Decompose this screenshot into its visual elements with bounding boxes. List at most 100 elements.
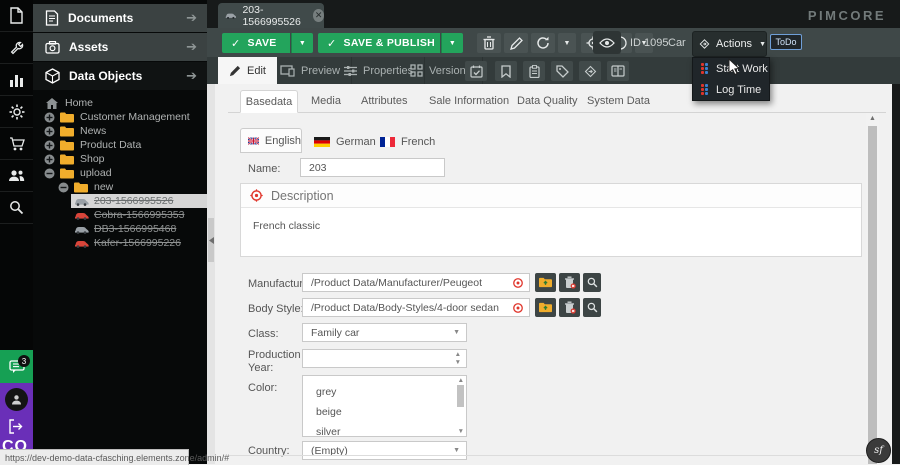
collapse-minus-icon[interactable] (58, 182, 69, 193)
uk-flag-icon (248, 136, 259, 146)
object-tab-data-quality[interactable]: Data Quality (517, 95, 578, 107)
tree-item-label: Kafer-1566995226 (94, 237, 181, 249)
main-scrollbar[interactable]: ▲ (866, 113, 879, 464)
spinner-up-icon[interactable]: ▲ (455, 351, 461, 358)
settings-rail-icon[interactable] (0, 96, 33, 128)
object-tab-attributes[interactable]: Attributes (361, 95, 407, 107)
lang-tab-english[interactable]: English (240, 128, 302, 153)
basedata-panel: Basedata Media Attributes Sale Informati… (215, 84, 900, 464)
scrollbar-up-icon[interactable]: ▲ (869, 115, 876, 122)
tree-item-car-kafer[interactable]: Kafer-1566995226 (33, 236, 207, 250)
object-tab-system-data[interactable]: System Data (587, 95, 650, 107)
documents-rail-icon[interactable] (0, 0, 33, 32)
document-tab-203[interactable]: 203-1566995526 ✕ (218, 3, 324, 28)
spinner-down-icon[interactable]: ▼ (455, 359, 461, 366)
panel-splitter[interactable] (207, 84, 215, 464)
scrollbar-thumb[interactable] (868, 126, 877, 464)
color-option-beige[interactable]: beige (316, 402, 466, 422)
expand-plus-icon[interactable] (44, 140, 55, 151)
notifications-button[interactable]: 3 (0, 350, 33, 383)
tools-rail-icon[interactable] (0, 32, 33, 64)
splitter-collapse-handle[interactable] (208, 218, 214, 262)
save-button[interactable]: ✓ SAVE (222, 33, 290, 53)
object-tab-basedata[interactable]: Basedata (240, 90, 298, 113)
expand-plus-icon[interactable] (44, 126, 55, 137)
object-tab-media[interactable]: Media (311, 95, 341, 107)
view-tabbar: Edit Preview Properties Versions (207, 57, 900, 84)
save-publish-button[interactable]: ✓ SAVE & PUBLISH (318, 33, 440, 53)
save-dropdown-button[interactable]: ▼ (291, 33, 313, 53)
translate-compare-button[interactable] (607, 61, 629, 81)
name-input[interactable] (300, 158, 445, 177)
manufacturer-search-button[interactable] (583, 273, 601, 292)
manufacturer-remove-button[interactable] (559, 273, 580, 292)
tree-item-label: Shop (80, 153, 105, 165)
body-style-remove-button[interactable] (559, 298, 580, 317)
reload-button[interactable] (531, 33, 555, 53)
accordion-documents[interactable]: Documents ➔ (33, 4, 207, 32)
logout-button[interactable] (8, 419, 24, 434)
reload-dropdown-button[interactable]: ▼ (558, 33, 576, 53)
users-rail-icon[interactable] (0, 160, 33, 192)
tree-item-home[interactable]: Home (33, 96, 207, 110)
body-style-relation-field[interactable]: /Product Data/Body-Styles/4-door sedan (302, 298, 530, 317)
todo-status-badge[interactable]: ToDo (770, 34, 802, 50)
tree-item-car-cobra[interactable]: Cobra-1566995353 (33, 208, 207, 222)
expand-plus-icon[interactable] (44, 154, 55, 165)
symfony-logo-text: sf (874, 445, 883, 456)
tree-item-label: new (94, 181, 113, 193)
production-year-spinner[interactable]: ▲ ▼ (302, 349, 467, 368)
class-select[interactable]: Family car ▼ (302, 323, 467, 342)
tree-item-shop[interactable]: Shop (33, 152, 207, 166)
menu-item-log-time[interactable]: Log Time (693, 79, 769, 100)
body-style-search-button[interactable] (583, 298, 601, 317)
tree-item-new[interactable]: new (33, 180, 207, 194)
reports-rail-icon[interactable] (0, 64, 33, 96)
body-style-open-button[interactable] (535, 298, 556, 317)
country-select[interactable]: (Empty) ▼ (302, 441, 467, 460)
expand-plus-icon[interactable] (44, 112, 55, 123)
description-editable[interactable]: French classic (241, 208, 861, 244)
tags-button[interactable] (551, 61, 573, 81)
save-publish-dropdown-button[interactable]: ▼ (441, 33, 463, 53)
manufacturer-open-button[interactable] (535, 273, 556, 292)
scroll-down-icon[interactable]: ▼ (458, 428, 464, 435)
symfony-debug-badge[interactable]: sf (866, 438, 891, 463)
bookmark-button[interactable] (495, 61, 517, 81)
lang-tab-french[interactable]: French (373, 130, 435, 153)
right-edge-strip (892, 84, 900, 464)
ecommerce-rail-icon[interactable] (0, 128, 33, 160)
workflow-button[interactable] (579, 61, 601, 81)
tab-close-icon[interactable]: ✕ (313, 9, 324, 22)
tree-item-car-db3[interactable]: DB3-1566995468 (33, 222, 207, 236)
tree-item-customer-management[interactable]: Customer Management (33, 110, 207, 124)
accordion-assets[interactable]: Assets ➔ (33, 33, 207, 61)
user-avatar[interactable] (5, 388, 28, 411)
color-label: Color: (248, 382, 277, 394)
tree-item-product-data[interactable]: Product Data (33, 138, 207, 152)
preview-eye-button[interactable] (593, 31, 621, 54)
tree-item-car-203[interactable]: 203-1566995526 (33, 194, 207, 208)
listbox-scrollbar-thumb[interactable] (457, 385, 464, 407)
collapse-minus-icon[interactable] (44, 168, 55, 179)
accordion-data-objects[interactable]: Data Objects ➔ (33, 62, 207, 90)
actions-button[interactable]: Actions ▼ (692, 31, 767, 57)
scroll-up-icon[interactable]: ▲ (458, 377, 464, 384)
caret-down-icon: ▼ (759, 41, 766, 48)
manufacturer-relation-field[interactable]: /Product Data/Manufacturer/Peugeot (302, 273, 530, 292)
rename-button[interactable] (504, 33, 528, 53)
delete-button[interactable] (477, 33, 501, 53)
bookmark-icon (501, 65, 511, 78)
color-multiselect[interactable]: grey beige silver ▲ ▼ (302, 375, 467, 437)
search-rail-icon[interactable] (0, 192, 33, 224)
folder-open-icon (60, 168, 74, 179)
scheduler-button[interactable] (465, 61, 487, 81)
lang-tab-german[interactable]: German (307, 130, 376, 153)
object-tab-sale-information[interactable]: Sale Information (429, 95, 509, 107)
chevron-right-icon: ➔ (186, 68, 197, 84)
color-option-silver[interactable]: silver (316, 422, 466, 442)
tree-item-upload[interactable]: upload (33, 166, 207, 180)
color-option-grey[interactable]: grey (316, 382, 466, 402)
notes-events-button[interactable] (523, 61, 545, 81)
tree-item-news[interactable]: News (33, 124, 207, 138)
